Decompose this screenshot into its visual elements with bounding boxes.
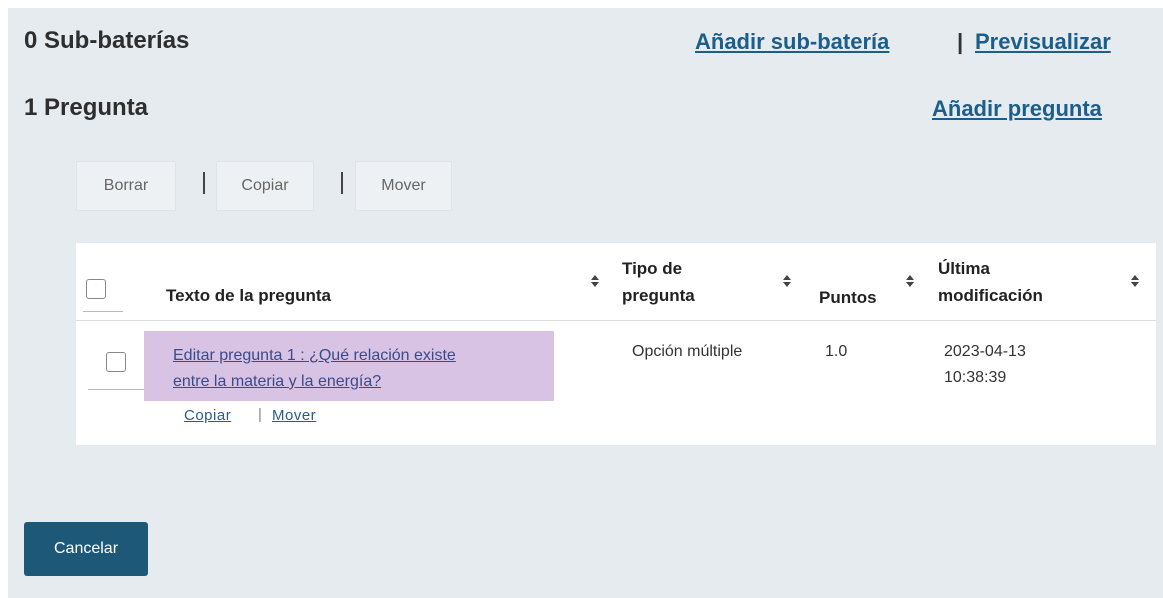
questions-table: Texto de la pregunta Tipo de pregunta Pu… (76, 225, 1156, 445)
row-copy-link[interactable]: Copiar (184, 407, 231, 424)
row-move-link[interactable]: Mover (272, 407, 316, 424)
cancel-button[interactable]: Cancelar (24, 522, 148, 576)
header-type-line2[interactable]: pregunta (622, 285, 695, 307)
modified-time: 10:38:39 (944, 369, 1007, 386)
checkbox-underline (88, 389, 148, 390)
toolbar-separator (341, 172, 343, 194)
subbaterias-heading: 0 Sub-baterías (24, 27, 190, 54)
header-modified-line1[interactable]: Última (938, 258, 990, 280)
checkbox-underline (83, 311, 123, 312)
header-question-text[interactable]: Texto de la pregunta (166, 285, 331, 307)
question-line-1[interactable]: Editar pregunta 1 : ¿Qué relación existe (173, 343, 553, 369)
edit-question-link[interactable]: Editar pregunta 1 : ¿Qué relación existe… (173, 343, 553, 395)
sort-icon[interactable] (1131, 275, 1139, 287)
preguntas-heading: 1 Pregunta (24, 94, 149, 121)
question-type: Opción múltiple (632, 343, 743, 360)
sort-icon[interactable] (906, 275, 914, 287)
modified-date: 2023-04-13 (944, 343, 1026, 360)
sort-icon[interactable] (591, 275, 599, 287)
copy-button[interactable]: Copiar (216, 161, 314, 211)
row-checkbox[interactable] (106, 352, 126, 372)
header-points[interactable]: Puntos (819, 287, 877, 309)
question-line-2[interactable]: entre la materia y la energía? (173, 369, 553, 395)
header-type-line1[interactable]: Tipo de (622, 258, 682, 280)
row-link-separator: | (258, 406, 262, 423)
preview-link[interactable]: Previsualizar (975, 29, 1111, 55)
add-subbateria-link[interactable]: Añadir sub-batería (695, 29, 889, 55)
question-points: 1.0 (825, 343, 848, 360)
link-separator: | (957, 29, 964, 54)
header-modified-line2[interactable]: modificación (938, 285, 1043, 307)
delete-button[interactable]: Borrar (76, 161, 176, 211)
select-all-checkbox[interactable] (86, 279, 106, 299)
row-divider (76, 320, 1156, 321)
move-button[interactable]: Mover (355, 161, 452, 211)
table-header-band (76, 225, 1156, 243)
sort-icon[interactable] (783, 275, 791, 287)
add-pregunta-link[interactable]: Añadir pregunta (932, 96, 1102, 122)
toolbar-separator (203, 172, 205, 194)
